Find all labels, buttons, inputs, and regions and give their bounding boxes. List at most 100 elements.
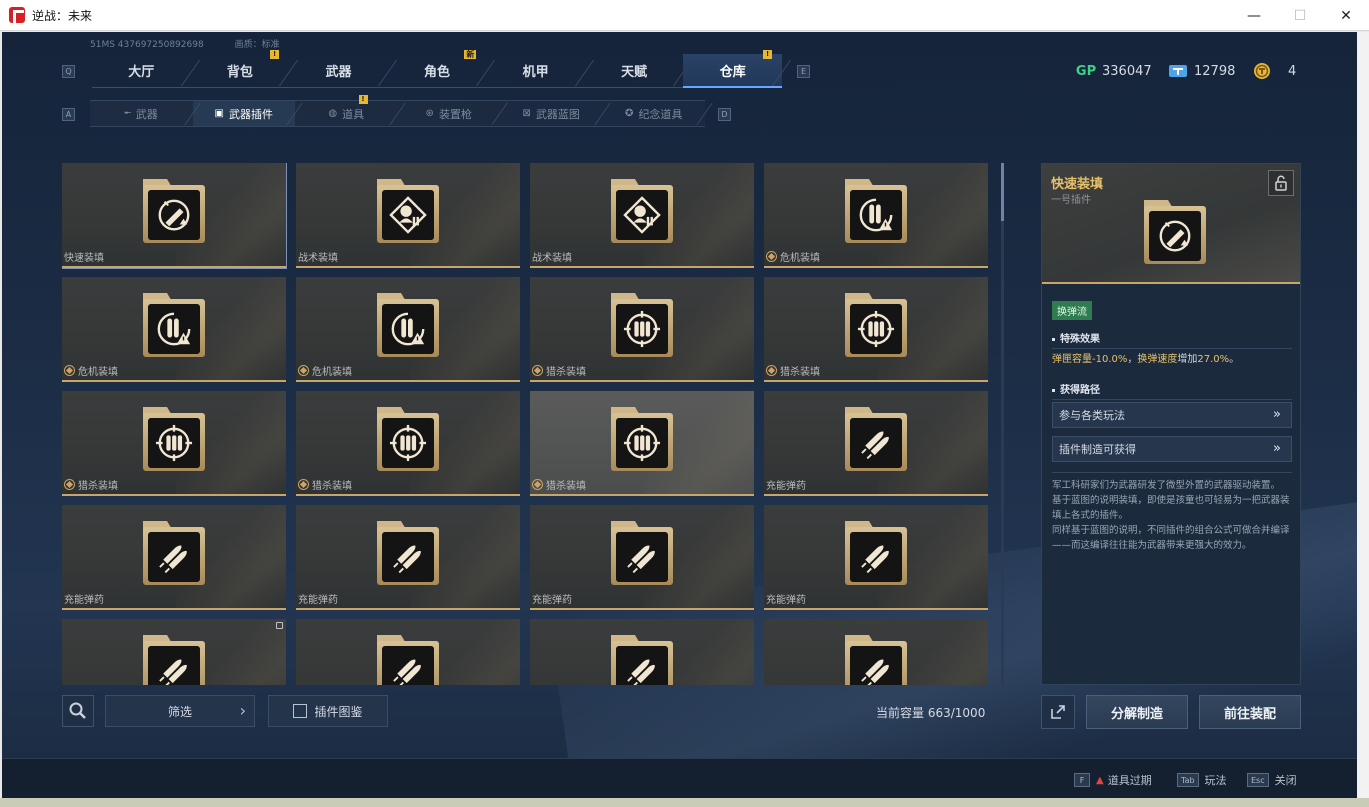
prev-subtab-key[interactable]: A <box>62 108 75 121</box>
item-card[interactable]: 快速装填 <box>62 163 287 269</box>
item-card[interactable]: 危机装填 <box>296 277 520 382</box>
item-card[interactable] <box>62 619 286 685</box>
minimize-button[interactable]: — <box>1231 0 1277 31</box>
item-card[interactable]: 充能弹药 <box>296 505 520 610</box>
effect-fragment: 增加 <box>1177 354 1198 365</box>
detail-title: 快速装填 <box>1051 177 1104 192</box>
rifle-icon: ╾ <box>124 108 131 119</box>
export-icon[interactable] <box>1041 695 1075 729</box>
tab-sub-2[interactable]: ◍ 道具! <box>295 95 398 126</box>
tab-label: 角色 <box>424 65 451 80</box>
gp-icon: GP <box>1075 63 1097 79</box>
route-button-play[interactable]: 参与各类玩法 » <box>1052 402 1292 428</box>
item-card[interactable]: 猎杀装填 <box>764 277 988 382</box>
hint-0[interactable]: F ▲ 道具过期 <box>1074 772 1152 788</box>
item-card[interactable] <box>296 619 520 685</box>
decompose-button[interactable]: 分解制造 <box>1086 695 1188 729</box>
filter-button[interactable]: 筛选 › <box>105 695 255 727</box>
hint-1[interactable]: Tab 玩法 <box>1177 772 1227 788</box>
item-card[interactable]: 充能弹药 <box>764 505 988 610</box>
item-name-text: 猎杀装填 <box>78 481 118 492</box>
item-card[interactable]: 猎杀装填 <box>296 391 520 496</box>
notification-badge: 新 <box>464 50 477 59</box>
tab-main-0[interactable]: 大厅 <box>92 54 191 88</box>
maximize-button[interactable]: ☐ <box>1277 0 1323 31</box>
rarity-icon <box>766 251 777 262</box>
background-strip <box>1357 32 1369 798</box>
reload-icon <box>143 179 205 243</box>
item-card[interactable]: 危机装填 <box>764 163 988 268</box>
main-tabs: 大厅 背包! 武器 角色 新机甲 天赋 仓库! <box>92 50 783 88</box>
tab-sub-3[interactable]: ⊛ 装置枪 <box>398 101 501 126</box>
item-card[interactable]: 充能弹药 <box>62 505 286 610</box>
tab-main-6[interactable]: 仓库! <box>683 50 783 88</box>
effect-fragment: 。 <box>1229 354 1240 365</box>
item-card[interactable]: 猎杀装填 <box>62 391 286 496</box>
ammo-icon <box>845 407 907 471</box>
item-name-text: 充能弹药 <box>298 595 338 606</box>
tab-sub-5[interactable]: ✪ 纪念道具 <box>603 101 706 126</box>
hint-2[interactable]: Esc 关闭 <box>1247 772 1297 788</box>
item-name-text: 充能弹药 <box>766 595 806 606</box>
item-name-text: 战术装填 <box>298 253 338 264</box>
item-card[interactable]: 战术装填 <box>530 163 754 268</box>
route-button-craft[interactable]: 插件制造可获得 » <box>1052 436 1292 462</box>
item-card[interactable]: 充能弹药 <box>530 505 754 610</box>
capacity-label: 当前容量 <box>876 706 925 720</box>
window-controls: — ☐ ✕ <box>1231 0 1369 31</box>
tab-sub-1[interactable]: ▣ 武器插件 <box>192 101 295 126</box>
app-logo-icon <box>9 7 25 23</box>
tab-label: 仓库 <box>719 64 746 80</box>
item-name-text: 充能弹药 <box>766 481 806 492</box>
playstyle-tag: 换弹流 <box>1052 301 1092 320</box>
equip-button[interactable]: 前往装配 <box>1199 695 1301 729</box>
tab-label: 武器 <box>135 107 158 121</box>
next-subtab-key[interactable]: D <box>718 108 731 121</box>
tab-main-3[interactable]: 角色 新 <box>387 50 487 88</box>
lock-icon <box>276 622 283 629</box>
prev-tab-key[interactable]: Q <box>62 65 75 78</box>
notification-badge: ! <box>763 50 773 59</box>
tab-main-4[interactable]: 机甲 <box>486 54 585 88</box>
sub-tabs: ╾ 武器 ▣ 武器插件 ◍ 道具! ⊛ 装置枪 ⊠ 武器蓝图 ✪ 纪念道具 <box>90 95 706 127</box>
tab-main-2[interactable]: 武器 <box>289 54 388 88</box>
rarity-icon <box>532 365 543 376</box>
item-name-text: 充能弹药 <box>64 595 104 606</box>
tab-main-5[interactable]: 天赋 <box>584 54 684 88</box>
detail-header: 快速装填 一号插件 <box>1042 164 1300 284</box>
item-card[interactable]: 猎杀装填 <box>530 391 754 496</box>
item-card[interactable] <box>530 619 754 685</box>
item-name: 快速装填 <box>64 249 104 264</box>
hotkey-label: F <box>1074 773 1090 787</box>
tab-label: 天赋 <box>621 65 648 80</box>
tab-label: 背包 <box>226 65 253 80</box>
tab-main-1[interactable]: 背包! <box>190 50 290 88</box>
grid-scrollbar[interactable] <box>1001 163 1004 685</box>
bottom-action-bar: 筛选 › 插件图鉴 当前容量 663/1000 分解制造 前往装配 <box>2 687 1357 732</box>
effect-fragment: 弹匣容量-10.0% <box>1052 354 1128 365</box>
item-card[interactable]: 危机装填 <box>62 277 286 382</box>
next-tab-key[interactable]: E <box>797 65 810 78</box>
tab-sub-4[interactable]: ⊠ 武器蓝图 <box>500 101 603 126</box>
medal-icon: ✪ <box>625 108 634 119</box>
plugin-atlas-button[interactable]: 插件图鉴 <box>268 695 388 727</box>
scrollbar-thumb[interactable] <box>1001 163 1004 221</box>
chevron-right-icon: › <box>239 701 246 720</box>
close-window-button[interactable]: ✕ <box>1323 0 1369 31</box>
item-name: 猎杀装填 <box>532 363 586 378</box>
hunt-icon <box>611 407 673 471</box>
currency-ticket: 12798 <box>1168 62 1235 80</box>
item-name: 充能弹药 <box>766 591 806 606</box>
chip-icon: ▣ <box>214 108 224 119</box>
item-card[interactable] <box>764 619 988 685</box>
hotkey-label: Esc <box>1247 773 1269 787</box>
currency-gp: GP 336047 <box>1076 62 1152 80</box>
item-name: 充能弹药 <box>532 591 572 606</box>
tactical-icon <box>611 179 673 243</box>
item-card[interactable]: 战术装填 <box>296 163 520 268</box>
search-button[interactable] <box>62 695 94 727</box>
item-card[interactable]: 充能弹药 <box>764 391 988 496</box>
item-card[interactable]: 猎杀装填 <box>530 277 754 382</box>
tab-sub-0[interactable]: ╾ 武器 <box>90 101 193 126</box>
unlock-icon[interactable] <box>1268 170 1294 196</box>
